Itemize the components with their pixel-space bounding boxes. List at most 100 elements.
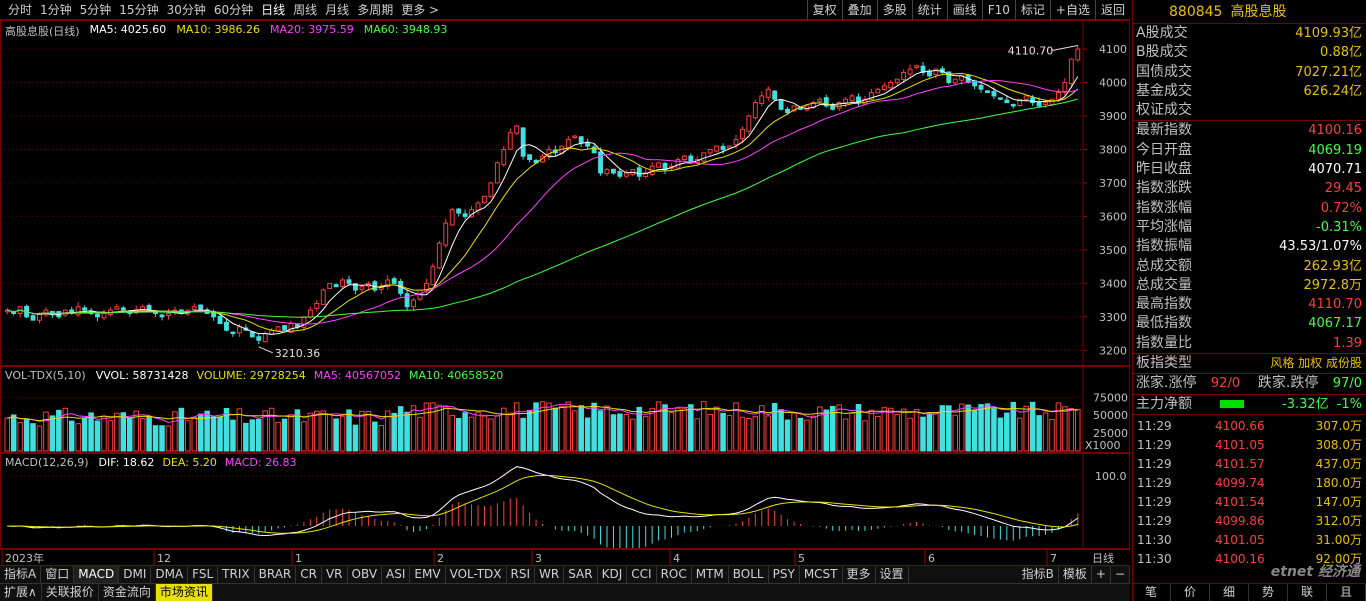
quote-tab-2[interactable]: 细 — [1210, 584, 1249, 601]
candle[interactable] — [462, 213, 468, 217]
indicator-tab-3[interactable]: DMI — [119, 566, 152, 583]
candle[interactable] — [488, 182, 494, 197]
candle[interactable] — [230, 331, 236, 335]
candlestick-chart[interactable]: 3200 3300 3400 3500 3600 3700 3800 3900 4000 4100… — [1, 21, 1129, 365]
candle[interactable] — [514, 125, 520, 134]
candle[interactable] — [746, 115, 752, 132]
candle[interactable] — [436, 242, 442, 269]
candle[interactable] — [249, 331, 255, 338]
candle[interactable] — [146, 304, 152, 311]
indicator-tab-10[interactable]: OBV — [348, 566, 383, 583]
candle[interactable] — [114, 306, 120, 310]
period-tab-7[interactable]: 周线 — [289, 2, 321, 18]
candle[interactable] — [714, 145, 720, 152]
tool-button-4[interactable]: 画线 — [946, 0, 982, 20]
candle[interactable] — [727, 145, 732, 149]
candle[interactable] — [282, 325, 287, 331]
candle[interactable] — [236, 326, 242, 334]
candle[interactable] — [217, 315, 223, 325]
candle[interactable] — [817, 98, 823, 102]
candle[interactable] — [256, 336, 262, 341]
macd-indicator[interactable]: 100.0 — [1, 454, 1129, 548]
candle[interactable] — [1062, 82, 1068, 92]
indicator-tab-7[interactable]: BRAR — [255, 566, 297, 583]
candle[interactable] — [307, 309, 313, 318]
candle[interactable] — [1036, 101, 1042, 107]
candle[interactable] — [849, 95, 855, 102]
candle[interactable] — [456, 208, 462, 214]
candle[interactable] — [565, 138, 571, 149]
period-tab-3[interactable]: 15分钟 — [115, 2, 162, 18]
candle[interactable] — [224, 321, 229, 331]
tool-button-8[interactable]: 返回 — [1094, 0, 1130, 20]
candle[interactable] — [611, 168, 616, 174]
period-tab-4[interactable]: 30分钟 — [163, 2, 210, 18]
ext-tab-2[interactable]: 资金流向 — [99, 584, 156, 601]
candle[interactable] — [604, 169, 610, 175]
candle[interactable] — [82, 307, 88, 311]
tool-button-6[interactable]: 标记 — [1014, 0, 1050, 20]
indicator-tab-1[interactable]: 窗口 — [41, 566, 75, 583]
indicator-tab-19[interactable]: ROC — [657, 566, 692, 583]
period-tab-0[interactable]: 分时 — [4, 2, 36, 18]
tool-button-0[interactable]: 复权 — [806, 0, 842, 20]
candle[interactable] — [875, 88, 881, 94]
candle[interactable] — [914, 65, 919, 68]
candle[interactable] — [765, 88, 771, 98]
candle[interactable] — [1023, 95, 1029, 100]
period-tab-9[interactable]: 多周期 — [353, 2, 397, 18]
indicator-tab-22[interactable]: PSY — [769, 566, 800, 583]
candle[interactable] — [527, 154, 533, 161]
candle[interactable] — [1004, 99, 1010, 104]
tick-list[interactable]: 11:29 4100.66 307.0万 11:29 4101.05 308.0万 11:2… — [1133, 415, 1366, 569]
candle[interactable] — [198, 304, 204, 311]
candle[interactable] — [75, 306, 81, 316]
indicator-tab-9[interactable]: VR — [322, 566, 348, 583]
volume-bars[interactable]: 250005000075000X1000 — [1, 367, 1129, 452]
candle[interactable] — [681, 155, 687, 161]
indicator-tab-17[interactable]: KDJ — [598, 566, 628, 583]
candle[interactable] — [1055, 92, 1061, 100]
candle[interactable] — [888, 82, 894, 89]
candle[interactable] — [262, 333, 268, 343]
indicator-tab-6[interactable]: TRIX — [218, 566, 255, 583]
candle[interactable] — [327, 282, 333, 290]
period-tab-5[interactable]: 60分钟 — [210, 2, 257, 18]
indicator-right-0[interactable]: 指标B — [1018, 566, 1059, 583]
period-tab-1[interactable]: 1分钟 — [36, 2, 76, 18]
candle[interactable] — [1043, 102, 1048, 105]
candle[interactable] — [520, 127, 526, 157]
candle[interactable] — [391, 278, 397, 284]
tool-button-7[interactable]: +自选 — [1049, 0, 1095, 20]
candle[interactable] — [752, 102, 758, 119]
indicator-tab-20[interactable]: MTM — [692, 566, 729, 583]
indicator-tab-24[interactable]: 更多 — [843, 566, 876, 583]
candle[interactable] — [475, 202, 481, 211]
candle[interactable] — [739, 128, 745, 139]
period-tab-10[interactable]: 更多 > — [397, 2, 443, 18]
candle[interactable] — [430, 266, 436, 286]
candle[interactable] — [707, 148, 713, 154]
candle[interactable] — [933, 68, 939, 76]
macd-chart-panel[interactable]: MACD(12,26,9) DIF: 18.62 DEA: 5.20 MACD: 2… — [0, 453, 1130, 549]
candle[interactable] — [1049, 98, 1055, 106]
indicator-tab-25[interactable]: 设置 — [876, 566, 909, 583]
candle[interactable] — [701, 152, 707, 162]
candle[interactable] — [359, 286, 365, 290]
ext-tab-1[interactable]: 关联报价 — [42, 584, 99, 601]
candle[interactable] — [1010, 104, 1016, 107]
indicator-tab-4[interactable]: DMA — [151, 566, 189, 583]
candle[interactable] — [333, 284, 339, 288]
quote-tab-4[interactable]: 联 — [1288, 584, 1327, 601]
indicator-tab-0[interactable]: 指标A — [0, 566, 42, 583]
candle[interactable] — [759, 95, 765, 104]
indicator-right-3[interactable]: − — [1111, 566, 1130, 583]
candle[interactable] — [482, 195, 487, 204]
candle[interactable] — [494, 162, 500, 184]
candle[interactable] — [907, 68, 913, 75]
tool-button-3[interactable]: 统计 — [911, 0, 947, 20]
candle[interactable] — [443, 222, 449, 246]
quote-tab-5[interactable]: 且 — [1327, 584, 1366, 601]
volume-chart-panel[interactable]: VOL-TDX(5,10) VVOL: 58731428 VOLUME: 2972… — [0, 366, 1130, 453]
candle[interactable] — [901, 71, 907, 80]
